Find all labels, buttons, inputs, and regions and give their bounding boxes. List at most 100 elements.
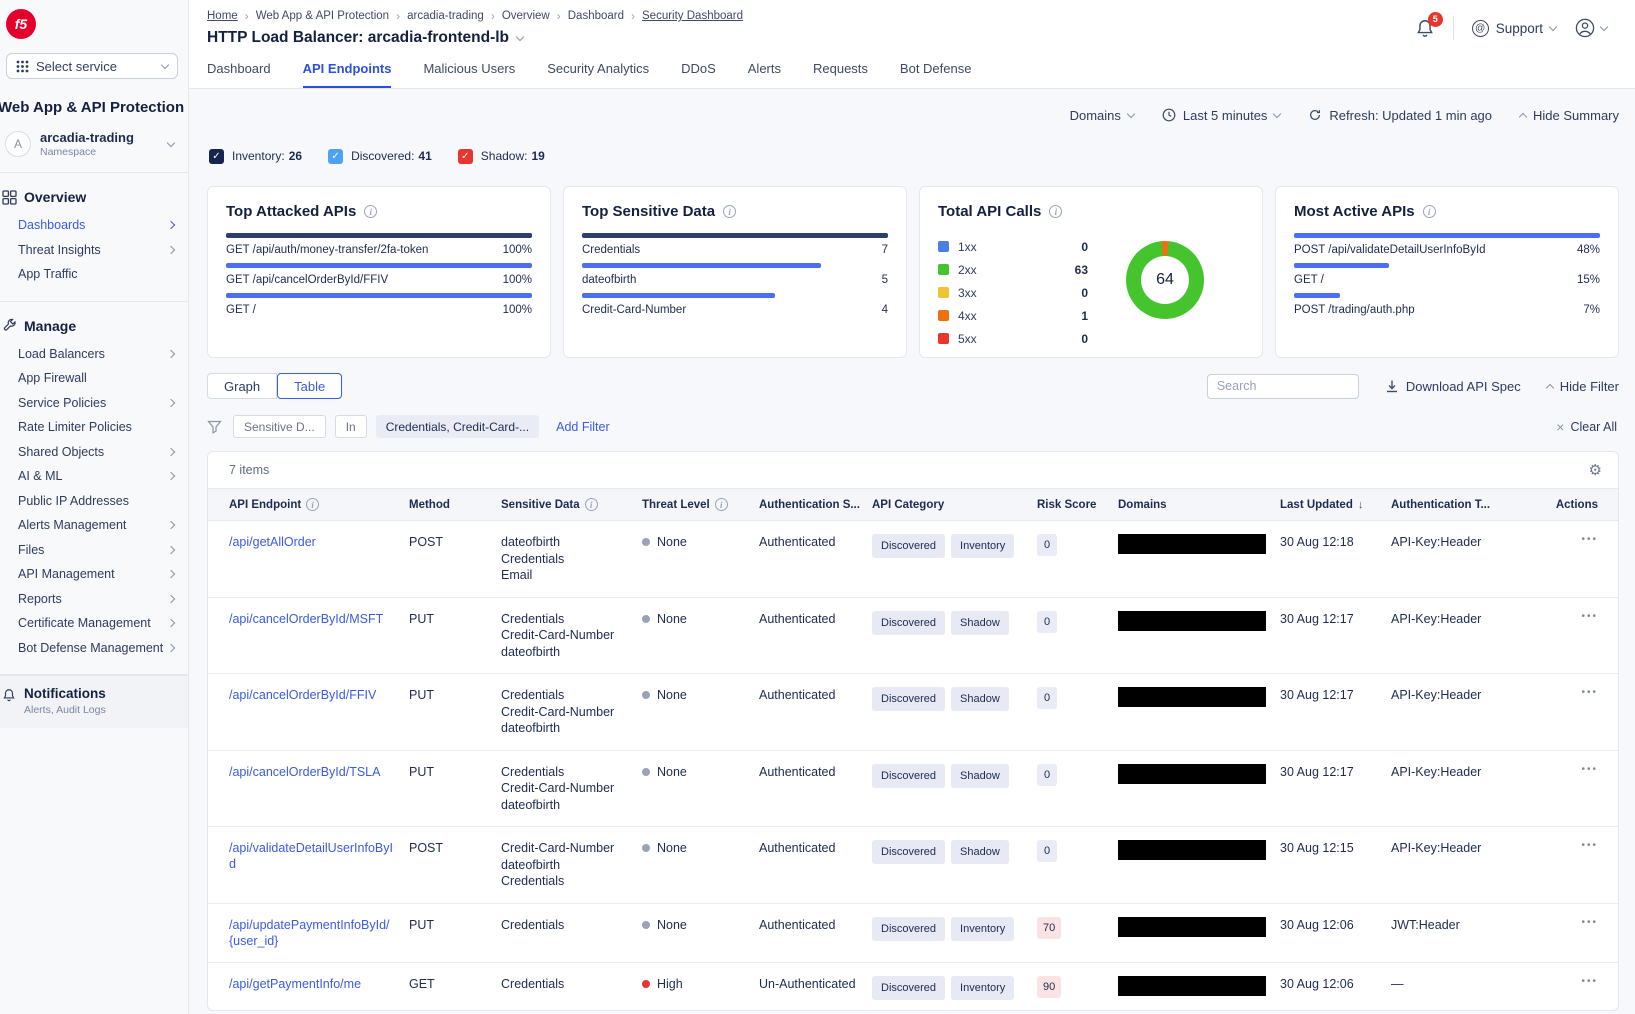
download-api-spec-button[interactable]: Download API Spec: [1385, 379, 1521, 394]
namespace-selector[interactable]: A arcadia-trading Namespace: [5, 130, 180, 158]
column-header-api-endpoint[interactable]: API Endpointi: [229, 498, 409, 511]
endpoint-link[interactable]: /api/updatePaymentInfoById/{user_id}: [229, 917, 409, 949]
risk-score-cell: 0: [1037, 687, 1118, 709]
endpoint-link[interactable]: /api/getPaymentInfo/me: [229, 976, 409, 992]
column-header-method[interactable]: Method: [409, 499, 501, 511]
sensitive-data-item: dateofbirth: [501, 797, 630, 813]
search-input[interactable]: [1207, 374, 1359, 399]
chevron-down-icon[interactable]: [516, 33, 524, 41]
sidebar-item-rate-limiter-policies[interactable]: Rate Limiter Policies: [0, 415, 188, 440]
breadcrumb-item[interactable]: Home: [207, 10, 238, 22]
row-actions-button[interactable]: •••: [1517, 976, 1602, 987]
bar-label-row: dateofbirth5: [582, 274, 888, 286]
endpoint-link[interactable]: /api/cancelOrderById/TSLA: [229, 764, 409, 780]
hide-filter-button[interactable]: Hide Filter: [1547, 379, 1619, 394]
column-header-sensitive-data[interactable]: Sensitive Datai: [501, 498, 642, 511]
gear-icon[interactable]: ⚙: [1589, 461, 1602, 479]
sidebar-item-shared-objects[interactable]: Shared Objects: [0, 440, 188, 465]
filter-checkbox-discovered[interactable]: ✓Discovered:41: [328, 149, 432, 164]
sort-descending-icon[interactable]: ↓: [1358, 499, 1364, 511]
breadcrumb-item[interactable]: arcadia-trading: [407, 10, 484, 22]
endpoint-link[interactable]: /api/cancelOrderById/FFIV: [229, 687, 409, 703]
breadcrumb-item[interactable]: Web App & API Protection: [256, 10, 389, 22]
column-header-authentication-t-[interactable]: Authentication T...: [1391, 499, 1517, 511]
sidebar-item-app-traffic[interactable]: App Traffic: [0, 262, 188, 287]
bar-value: 15%: [1577, 274, 1600, 286]
endpoint-link[interactable]: /api/validateDetailUserInfoById: [229, 840, 409, 872]
sidebar-item-alerts-management[interactable]: Alerts Management: [0, 513, 188, 538]
filter-checkbox-shadow[interactable]: ✓Shadow:19: [458, 149, 545, 164]
filter-operator-chip[interactable]: In: [335, 415, 367, 438]
sidebar-item-reports[interactable]: Reports: [0, 587, 188, 612]
bar-label: GET /api/cancelOrderById/FFIV: [226, 274, 388, 286]
sidebar-item-threat-insights[interactable]: Threat Insights: [0, 238, 188, 263]
add-filter-button[interactable]: Add Filter: [556, 420, 610, 434]
hide-summary-button[interactable]: Hide Summary: [1520, 108, 1619, 123]
api-endpoints-table: 7 items ⚙ API EndpointiMethodSensitive D…: [207, 451, 1619, 1011]
sidebar-item-dashboards[interactable]: Dashboards: [0, 213, 188, 238]
column-header-last-updated[interactable]: Last Updated↓: [1280, 499, 1391, 511]
tab-security-analytics[interactable]: Security Analytics: [547, 61, 649, 88]
row-actions-button[interactable]: •••: [1517, 611, 1602, 622]
info-icon[interactable]: i: [306, 498, 319, 511]
sidebar-item-label: App Firewall: [18, 371, 174, 385]
select-service-dropdown[interactable]: Select service: [6, 53, 178, 79]
info-icon[interactable]: i: [723, 205, 736, 218]
notifications-bell-button[interactable]: 5: [1415, 18, 1435, 39]
filter-field-chip[interactable]: Sensitive D...: [233, 415, 326, 438]
info-icon[interactable]: i: [1049, 205, 1062, 218]
filter-checkbox-inventory[interactable]: ✓Inventory:26: [209, 149, 302, 164]
tab-ddos[interactable]: DDoS: [681, 61, 716, 88]
tab-malicious-users[interactable]: Malicious Users: [423, 61, 515, 88]
row-actions-button[interactable]: •••: [1517, 840, 1602, 851]
filter-value-chip[interactable]: Credentials, Credit-Card-...: [376, 415, 539, 438]
row-actions-button[interactable]: •••: [1517, 917, 1602, 928]
tab-bot-defense[interactable]: Bot Defense: [900, 61, 972, 88]
sidebar-notifications[interactable]: Notifications Alerts, Audit Logs: [0, 675, 188, 728]
sidebar-item-public-ip-addresses[interactable]: Public IP Addresses: [0, 489, 188, 514]
endpoint-link[interactable]: /api/cancelOrderById/MSFT: [229, 611, 409, 627]
sidebar-item-app-firewall[interactable]: App Firewall: [0, 366, 188, 391]
info-icon[interactable]: i: [585, 498, 598, 511]
info-icon[interactable]: i: [715, 498, 728, 511]
tab-alerts[interactable]: Alerts: [748, 61, 781, 88]
column-header-api-category[interactable]: API Category: [872, 499, 1037, 511]
column-header-authentication-s-[interactable]: Authentication S...: [759, 499, 872, 511]
risk-score-cell: 0: [1037, 611, 1118, 633]
column-header-risk-score[interactable]: Risk Score: [1037, 499, 1118, 511]
table-view-button[interactable]: Table: [277, 373, 342, 399]
sidebar-item-files[interactable]: Files: [0, 538, 188, 563]
clear-all-button[interactable]: × Clear All: [1556, 419, 1619, 435]
tab-dashboard[interactable]: Dashboard: [207, 61, 271, 88]
domains-dropdown[interactable]: Domains: [1070, 108, 1134, 123]
f5-logo[interactable]: f5: [6, 9, 36, 39]
sidebar-item-certificate-management[interactable]: Certificate Management: [0, 611, 188, 636]
info-icon[interactable]: i: [1423, 205, 1436, 218]
breadcrumb-item[interactable]: Overview: [502, 10, 550, 22]
risk-score-badge: 0: [1037, 840, 1057, 862]
sidebar-item-ai-ml[interactable]: AI & ML: [0, 464, 188, 489]
time-range-dropdown[interactable]: Last 5 minutes: [1162, 108, 1281, 123]
row-actions-button[interactable]: •••: [1517, 534, 1602, 545]
breadcrumb-item[interactable]: Dashboard: [568, 10, 624, 22]
tab-api-endpoints[interactable]: API Endpoints: [303, 61, 392, 88]
row-actions-button[interactable]: •••: [1517, 687, 1602, 698]
tab-requests[interactable]: Requests: [813, 61, 868, 88]
breadcrumb-item[interactable]: Security Dashboard: [642, 10, 743, 22]
column-header-domains[interactable]: Domains: [1118, 499, 1280, 511]
refresh-button[interactable]: Refresh: Updated 1 min ago: [1308, 108, 1492, 123]
endpoint-link[interactable]: /api/getAllOrder: [229, 534, 409, 550]
sidebar-item-load-balancers[interactable]: Load Balancers: [0, 342, 188, 367]
chevron-down-icon: [167, 139, 175, 147]
column-header-actions[interactable]: Actions: [1517, 499, 1602, 511]
info-icon[interactable]: i: [364, 205, 377, 218]
sidebar-item-service-policies[interactable]: Service Policies: [0, 391, 188, 416]
sidebar-item-api-management[interactable]: API Management: [0, 562, 188, 587]
threat-level-label: None: [657, 611, 687, 627]
account-menu[interactable]: [1574, 17, 1607, 39]
support-menu[interactable]: @ Support: [1472, 20, 1556, 37]
row-actions-button[interactable]: •••: [1517, 764, 1602, 775]
graph-view-button[interactable]: Graph: [207, 373, 277, 399]
column-header-threat-level[interactable]: Threat Leveli: [642, 498, 759, 511]
sidebar-item-bot-defense-management[interactable]: Bot Defense Management: [0, 636, 188, 661]
